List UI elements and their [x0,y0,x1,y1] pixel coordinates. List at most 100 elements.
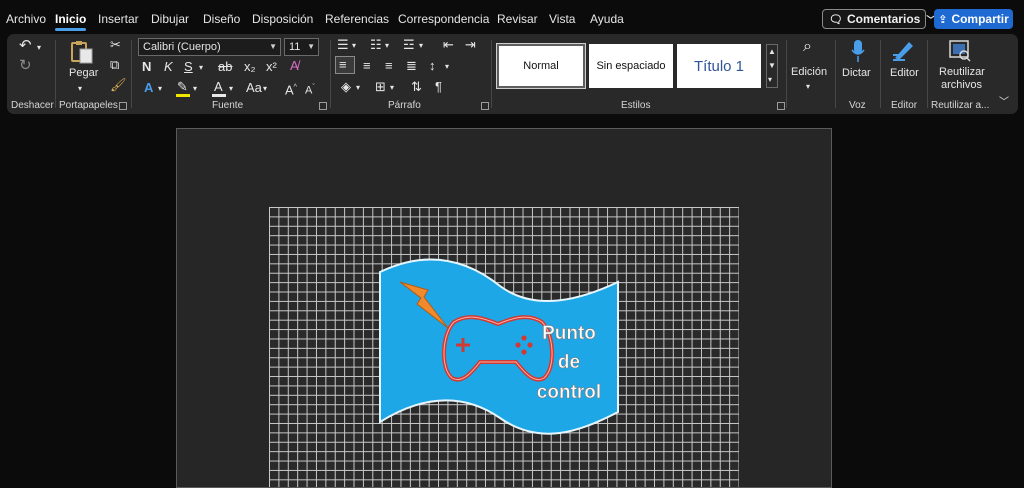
grow-font-button[interactable]: A^ [285,81,297,97]
tab-ayuda[interactable]: Ayuda [590,12,624,26]
chevron-down-icon[interactable]: ▼ [768,59,776,73]
microphone-icon[interactable] [851,39,865,63]
paragraph-launcher-icon[interactable] [481,102,489,110]
chevron-down-icon: ▼ [307,42,315,51]
tab-insertar[interactable]: Insertar [98,12,139,26]
align-right-icon[interactable]: ≡ [385,59,393,73]
tab-referencias[interactable]: Referencias [325,12,389,26]
shading-dropdown-icon[interactable]: ▾ [356,81,360,95]
paragraph-group: ☰ ▾ ☷ ▾ ☲ ▾ ⇤ ⇥ ≡ ≡ ≡ ≣ ↕ ▾ ◈ ▾ ⊞ ▾ ⇅ ¶ … [331,34,491,114]
undo-dropdown-icon[interactable]: ▾ [37,41,41,55]
font-color-dropdown-icon[interactable]: ▾ [229,82,233,96]
align-left-button[interactable]: ≡ [335,56,355,74]
reuse-group-label: Reutilizar a... [931,100,990,111]
dictate-label[interactable]: Dictar [842,67,871,79]
align-center-icon[interactable]: ≡ [363,59,371,73]
voice-group-label: Voz [849,100,866,111]
font-size-value: 11 [289,41,301,53]
styles-launcher-icon[interactable] [777,102,785,110]
subscript-button[interactable]: x₂ [244,60,256,74]
tab-inicio[interactable]: Inicio [55,12,87,31]
paste-label[interactable]: Pegar [69,67,98,79]
highlight-dropdown-icon[interactable]: ▾ [193,82,197,96]
editor-group: Editor Editor [881,34,927,114]
bullets-dropdown-icon[interactable]: ▾ [352,39,356,53]
multilevel-dropdown-icon[interactable]: ▾ [419,39,423,53]
search-icon[interactable]: ⌕ [803,39,812,55]
clipboard-launcher-icon[interactable] [119,102,127,110]
editing-group: ⌕ Edición ▾ [787,34,835,114]
chevron-up-icon[interactable]: ▲ [768,45,776,59]
decrease-indent-icon[interactable]: ⇤ [443,38,454,52]
paragraph-group-label: Párrafo [388,100,421,111]
tab-vista[interactable]: Vista [549,12,575,26]
share-icon: ⇪ [938,13,948,26]
voice-group: Dictar Voz [836,34,880,114]
text-effects-dropdown-icon[interactable]: ▾ [158,82,162,96]
tab-diseno[interactable]: Diseño [203,12,240,26]
paste-dropdown-icon[interactable]: ▾ [78,82,82,96]
superscript-button[interactable]: x² [266,60,277,74]
multilevel-list-icon[interactable]: ☲ [403,38,415,52]
reuse-label-line1[interactable]: Reutilizar [939,66,985,78]
borders-dropdown-icon[interactable]: ▾ [390,81,394,95]
chevron-down-icon: ▼ [269,42,277,51]
punto-de-control-logo[interactable]: Punto de control [370,250,630,450]
underline-button[interactable]: S [184,60,193,74]
reuse-group: Reutilizar archivos Reutilizar a... [928,34,994,114]
reuse-label-line2[interactable]: archivos [941,79,982,91]
logo-text-line-2: de [558,352,580,373]
font-color-icon[interactable]: A [214,80,223,94]
tab-correspondencia[interactable]: Correspondencia [398,12,489,26]
collapse-ribbon-icon[interactable]: ﹀ [999,96,1009,110]
undo-icon[interactable]: ↶ [19,38,32,53]
tab-dibujar[interactable]: Dibujar [151,12,189,26]
more-styles-icon[interactable]: ▾ [768,73,772,87]
bullets-icon[interactable]: ☰ [337,38,349,52]
font-size-select[interactable]: 11 ▼ [284,38,319,56]
change-case-dropdown-icon[interactable]: ▾ [263,82,267,96]
cut-icon[interactable]: ✂ [110,38,121,52]
italic-button[interactable]: K [164,60,173,74]
tab-revisar[interactable]: Revisar [497,12,538,26]
sort-icon[interactable]: ⇅ [411,80,422,94]
editor-pen-icon[interactable] [891,38,917,62]
paste-icon[interactable] [70,39,94,65]
highlight-icon[interactable]: ✎ [177,80,188,94]
show-marks-icon[interactable]: ¶ [435,80,442,94]
borders-icon[interactable]: ⊞ [375,80,386,94]
redo-icon[interactable]: ↻ [19,58,32,73]
numbering-icon[interactable]: ☷ [370,38,382,52]
format-painter-icon[interactable]: 🖌 [110,78,127,92]
reuse-files-icon[interactable] [948,39,972,63]
share-button[interactable]: ⇪ Compartir [934,9,1013,29]
line-spacing-dropdown-icon[interactable]: ▾ [445,60,449,74]
editor-label[interactable]: Editor [890,67,919,79]
change-case-button[interactable]: Aa [246,81,262,95]
numbering-dropdown-icon[interactable]: ▾ [385,39,389,53]
style-titulo-1[interactable]: Título 1 [677,44,761,88]
font-name-select[interactable]: Calibri (Cuerpo) ▼ [138,38,281,56]
flag-shape [379,258,619,435]
shading-icon[interactable]: ◈ [341,80,351,94]
style-sin-espaciado[interactable]: Sin espaciado [589,44,673,88]
tab-archivo[interactable]: Archivo [6,12,46,26]
increase-indent-icon[interactable]: ⇥ [465,38,476,52]
font-launcher-icon[interactable] [319,102,327,110]
strikethrough-button[interactable]: ab [218,60,232,74]
comments-button[interactable]: 🗨 Comentarios ﹀ [822,9,935,29]
text-effects-icon[interactable]: A [144,81,153,95]
shrink-font-button[interactable]: Aˇ [305,81,315,98]
clear-formatting-icon[interactable]: A̸ [290,59,299,73]
bold-button[interactable]: N [142,60,151,74]
align-left-icon: ≡ [339,57,347,72]
logo-text-line-1: Punto [542,323,596,344]
copy-icon[interactable]: ⧉ [110,58,119,72]
editing-label[interactable]: Edición [791,66,827,78]
justify-icon[interactable]: ≣ [406,59,417,73]
underline-dropdown-icon[interactable]: ▾ [199,61,203,75]
tab-disposicion[interactable]: Disposición [252,12,313,26]
style-normal[interactable]: Normal [496,43,586,89]
editing-dropdown-icon[interactable]: ▾ [806,80,810,94]
line-spacing-icon[interactable]: ↕ [429,59,436,73]
